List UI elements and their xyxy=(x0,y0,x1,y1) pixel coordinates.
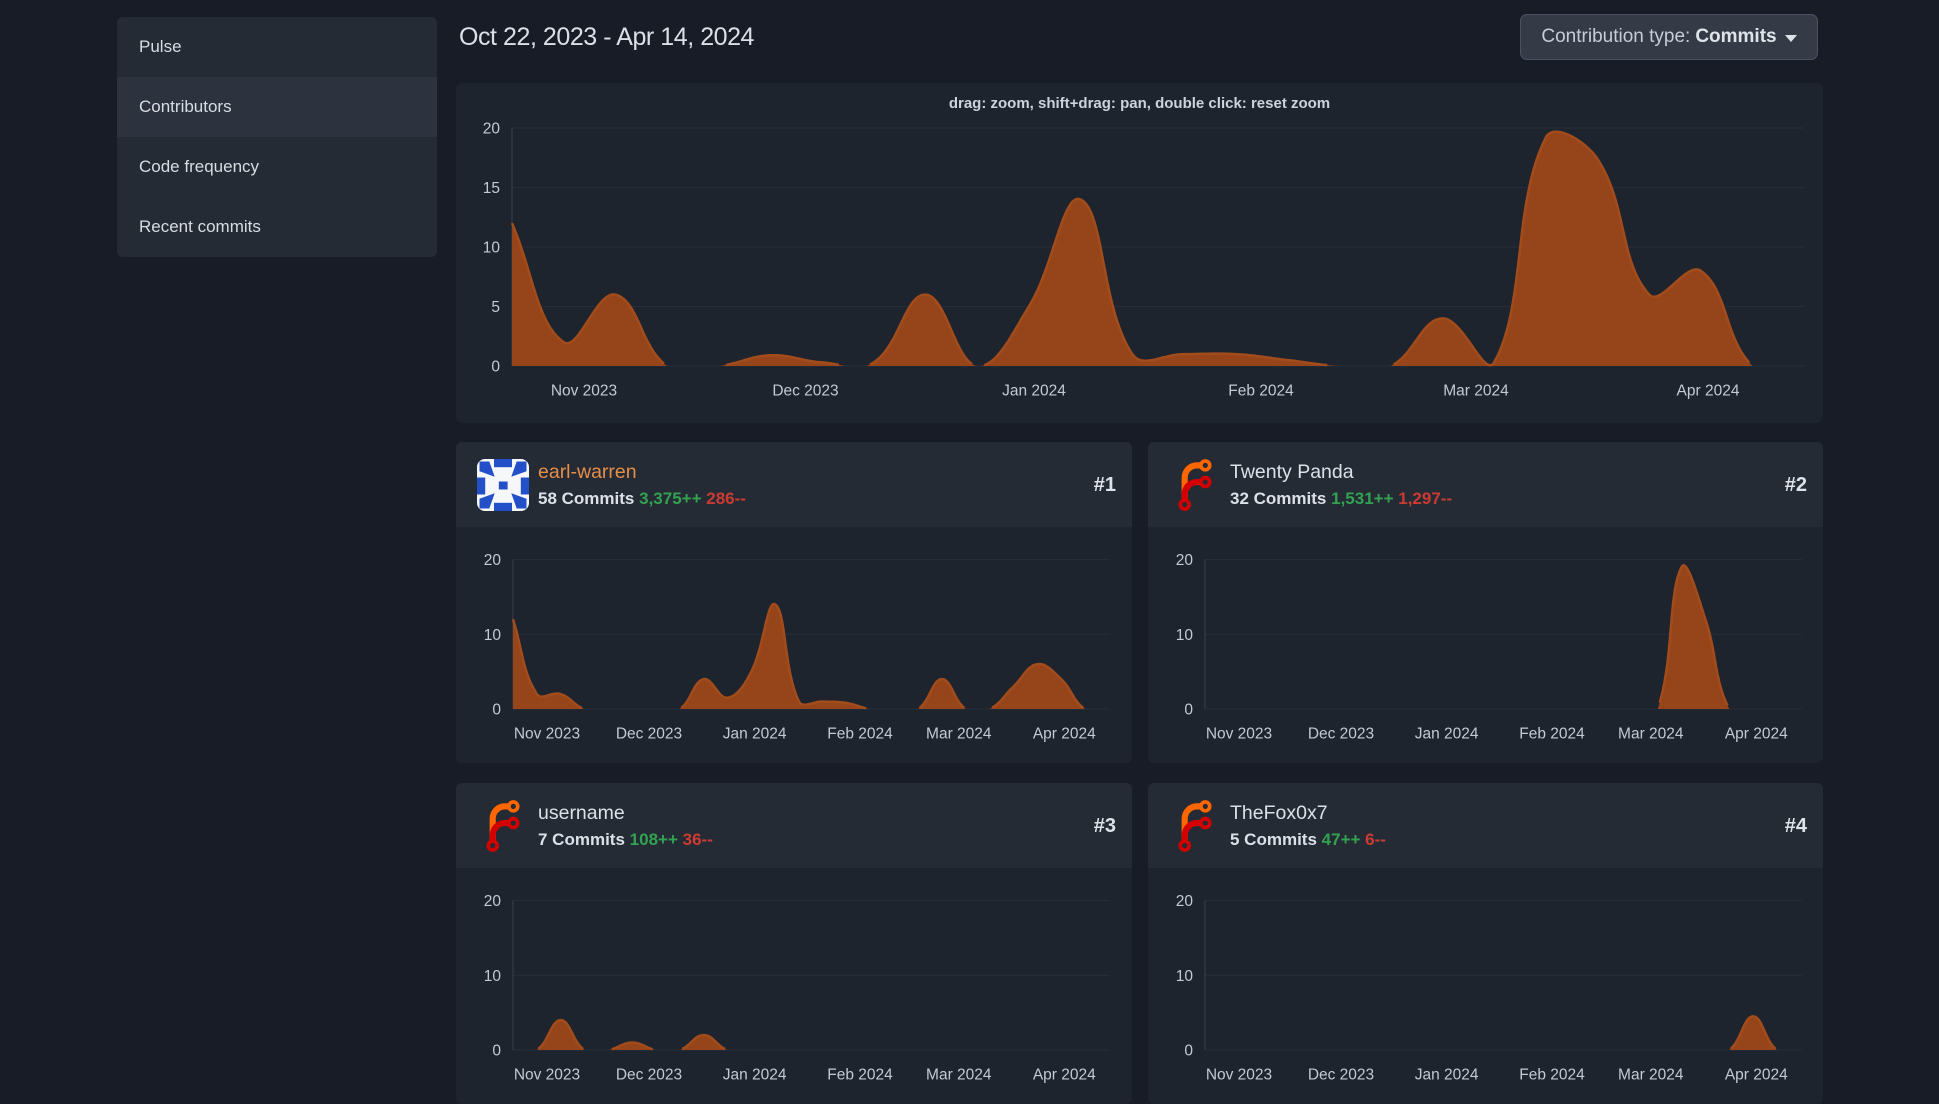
svg-text:20: 20 xyxy=(1176,552,1194,569)
svg-text:15: 15 xyxy=(483,180,500,197)
svg-text:10: 10 xyxy=(1176,627,1194,644)
svg-text:Nov 2023: Nov 2023 xyxy=(514,1067,580,1084)
svg-text:Apr 2024: Apr 2024 xyxy=(1725,1067,1788,1084)
svg-text:Jan 2024: Jan 2024 xyxy=(1415,1067,1479,1084)
svg-text:Feb 2024: Feb 2024 xyxy=(827,1067,893,1084)
svg-text:0: 0 xyxy=(1184,1043,1193,1060)
svg-text:Mar 2024: Mar 2024 xyxy=(1618,1067,1684,1084)
svg-text:Feb 2024: Feb 2024 xyxy=(827,726,893,743)
svg-text:Jan 2024: Jan 2024 xyxy=(1002,383,1066,400)
svg-text:Apr 2024: Apr 2024 xyxy=(1725,726,1788,743)
svg-text:0: 0 xyxy=(491,359,500,376)
svg-text:Jan 2024: Jan 2024 xyxy=(723,726,787,743)
svg-text:Mar 2024: Mar 2024 xyxy=(926,1067,992,1084)
svg-text:10: 10 xyxy=(1176,968,1194,985)
svg-text:Apr 2024: Apr 2024 xyxy=(1677,383,1740,400)
svg-text:Jan 2024: Jan 2024 xyxy=(723,1067,787,1084)
svg-text:20: 20 xyxy=(484,552,502,569)
svg-text:Mar 2024: Mar 2024 xyxy=(1618,726,1684,743)
svg-text:20: 20 xyxy=(1176,893,1194,910)
svg-text:Feb 2024: Feb 2024 xyxy=(1519,1067,1585,1084)
svg-text:Mar 2024: Mar 2024 xyxy=(1443,383,1509,400)
svg-text:Nov 2023: Nov 2023 xyxy=(551,383,617,400)
svg-text:20: 20 xyxy=(484,893,502,910)
svg-text:10: 10 xyxy=(484,627,502,644)
svg-text:Dec 2023: Dec 2023 xyxy=(1308,726,1374,743)
svg-text:0: 0 xyxy=(492,702,501,719)
svg-text:0: 0 xyxy=(1184,702,1193,719)
svg-text:Dec 2023: Dec 2023 xyxy=(616,1067,682,1084)
svg-text:Mar 2024: Mar 2024 xyxy=(926,726,992,743)
svg-text:Feb 2024: Feb 2024 xyxy=(1519,726,1585,743)
svg-text:Apr 2024: Apr 2024 xyxy=(1033,1067,1096,1084)
svg-text:0: 0 xyxy=(492,1043,501,1060)
svg-text:Dec 2023: Dec 2023 xyxy=(772,383,838,400)
svg-text:Nov 2023: Nov 2023 xyxy=(1206,726,1272,743)
svg-text:Nov 2023: Nov 2023 xyxy=(1206,1067,1272,1084)
svg-text:Jan 2024: Jan 2024 xyxy=(1415,726,1479,743)
svg-text:Feb 2024: Feb 2024 xyxy=(1228,383,1294,400)
svg-text:10: 10 xyxy=(484,968,502,985)
svg-text:20: 20 xyxy=(483,121,501,138)
svg-text:Nov 2023: Nov 2023 xyxy=(514,726,580,743)
svg-text:5: 5 xyxy=(491,299,500,316)
svg-text:Dec 2023: Dec 2023 xyxy=(1308,1067,1374,1084)
svg-text:Dec 2023: Dec 2023 xyxy=(616,726,682,743)
svg-text:Apr 2024: Apr 2024 xyxy=(1033,726,1096,743)
svg-text:10: 10 xyxy=(483,240,501,257)
